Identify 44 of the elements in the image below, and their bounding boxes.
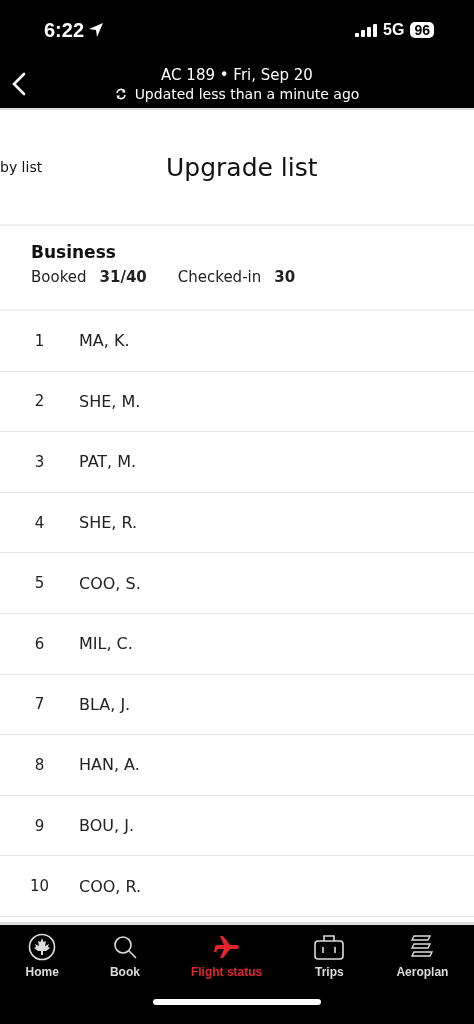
passenger-name: SHE, M. <box>79 391 141 411</box>
maple-leaf-icon <box>28 933 57 961</box>
network-label: 5G <box>383 21 405 39</box>
nav-tab[interactable]: Trips <box>313 933 346 979</box>
cabin-name: Business <box>31 242 117 262</box>
booked-label: Booked <box>31 268 87 286</box>
passenger-name: SHE, R. <box>79 513 138 533</box>
tab[interactable]: by list <box>0 159 166 175</box>
checked-in-label: Checked-in <box>177 268 262 286</box>
passenger-name: BOU, J. <box>79 816 134 836</box>
passenger-name: PAT, M. <box>79 452 137 472</box>
booked-count: 31/40 <box>99 268 147 286</box>
rank-number: 9 <box>33 816 46 835</box>
rank-number: 7 <box>33 695 46 714</box>
passenger-name: MIL, C. <box>79 634 133 654</box>
rank-number: 1 <box>33 331 46 350</box>
rank-number: 8 <box>33 755 46 774</box>
refresh-icon <box>114 88 127 100</box>
passenger-name: BLA, J. <box>79 694 131 714</box>
rank-number: 5 <box>33 574 46 593</box>
signal-icon <box>355 23 378 37</box>
back-chevron-icon <box>12 72 26 96</box>
status-time: 6:22 <box>44 18 85 42</box>
nav-tab[interactable]: Book <box>109 933 140 979</box>
rank-number: 4 <box>33 513 46 532</box>
nav-tab[interactable]: Aeroplan <box>396 933 449 979</box>
rank-number: 2 <box>33 392 46 411</box>
tab[interactable]: Upgrade list <box>166 152 318 182</box>
update-status: Updated less than a minute ago <box>134 86 360 102</box>
checked-in-count: 30 <box>274 268 296 286</box>
battery-level: 96 <box>410 22 434 38</box>
rank-number: 10 <box>28 877 51 896</box>
rank-number: 6 <box>33 634 46 653</box>
nav-tab[interactable]: Home <box>25 933 59 979</box>
passenger-name: COO, S. <box>79 573 141 593</box>
suitcase-icon <box>313 933 346 961</box>
location-arrow-icon <box>88 22 105 38</box>
flight-title: AC 189 • Fri, Sep 20 <box>161 66 313 84</box>
airplane-icon <box>212 933 241 961</box>
passenger-name: COO, R. <box>79 876 142 896</box>
passenger-name: HAN, A. <box>79 755 140 775</box>
nav-tab[interactable]: Flight status <box>190 933 263 979</box>
rank-number: 3 <box>33 453 46 471</box>
passenger-name: MA, K. <box>79 331 130 351</box>
